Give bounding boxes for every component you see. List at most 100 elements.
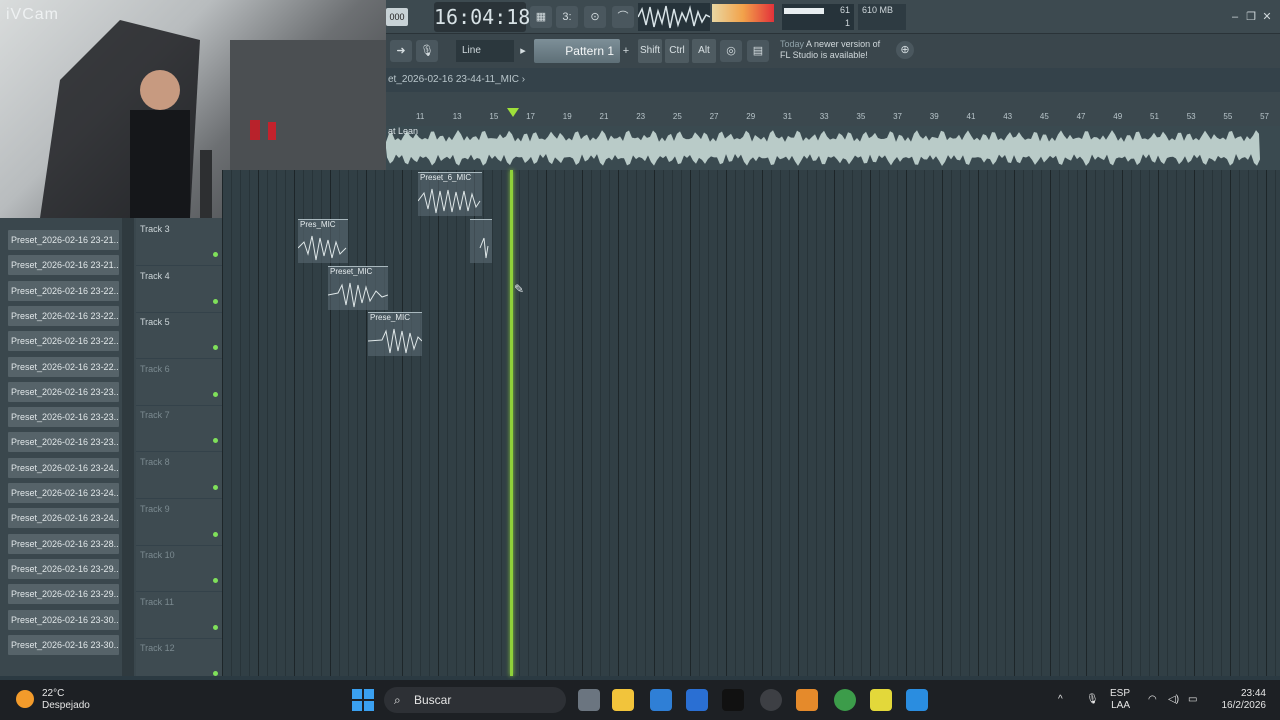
track-header[interactable]: Track 10	[136, 546, 222, 593]
track-mute-led[interactable]	[213, 578, 218, 584]
track-header[interactable]: Track 9	[136, 500, 222, 546]
track-header[interactable]: Track 6	[136, 360, 222, 406]
browser-item[interactable]: Preset_2026-02-16 23-29...	[8, 558, 119, 579]
browser-item[interactable]: Preset_2026-02-16 23-22...	[8, 280, 119, 301]
shift-button[interactable]: Shift	[638, 39, 662, 63]
add-pattern-button[interactable]: +	[620, 40, 632, 62]
taskbar-clock[interactable]: 23:44 16/2/2026	[1210, 688, 1267, 712]
taskbar-search[interactable]: ⌕ Buscar	[384, 687, 566, 713]
browser-item[interactable]: Preset_2026-02-16 23-28...	[8, 533, 119, 554]
weather-sun-icon[interactable]	[16, 690, 34, 708]
memory-meter: 610 MB	[858, 4, 906, 30]
obs-icon[interactable]	[760, 689, 782, 711]
browser-item[interactable]: Preset_2026-02-16 23-23...	[8, 381, 119, 402]
browser-scrollbar[interactable]	[122, 218, 134, 676]
windows-taskbar: 22°C Despejado ⌕ Buscar ^ 🎙 ESP LAA ◠ ◁)…	[0, 680, 1280, 720]
loop-record-icon[interactable]: ⊙	[584, 6, 606, 28]
online-icon[interactable]: ◎	[720, 40, 742, 62]
ruler-tick-label: 33	[819, 112, 829, 121]
track-mute-led[interactable]	[213, 391, 218, 397]
timeline-ruler[interactable]: 11 13 15 17 19 21 23 25 27 29 31 33 35 37 39 41 43 45 47 49…	[386, 92, 1280, 126]
wifi-icon[interactable]: ◠	[1148, 694, 1157, 706]
audio-overview-track[interactable]: at Lean	[386, 126, 1280, 170]
song-time-display[interactable]: 16:04:18	[434, 2, 530, 32]
browser-item[interactable]: Preset_2026-02-16 23-30...	[8, 609, 119, 630]
alt-button[interactable]: Alt	[692, 39, 716, 63]
cpu-polyphony: 1	[844, 18, 850, 28]
fl-studio-icon[interactable]	[796, 689, 818, 711]
edge-icon[interactable]	[686, 689, 708, 711]
browser-item[interactable]: Preset_2026-02-16 23-29...	[8, 584, 119, 605]
restore-icon[interactable]: ❐	[1244, 10, 1258, 24]
audio-clip[interactable]: Pres_MIC	[298, 219, 348, 263]
track-mute-led[interactable]	[213, 345, 218, 351]
audio-clip[interactable]: Preset_6_MIC	[418, 172, 482, 216]
browser-item[interactable]: Preset_2026-02-16 23-24...	[8, 457, 119, 478]
task-view-icon[interactable]	[578, 689, 600, 711]
step-edit-icon[interactable]: 3:	[556, 6, 578, 28]
chevron-up-icon[interactable]: ^	[1058, 694, 1063, 706]
track-mute-led[interactable]	[213, 438, 218, 444]
browser-item[interactable]: Preset_2026-02-16 23-30...	[8, 634, 119, 655]
browser-item[interactable]: Preset_2026-02-16 23-24...	[8, 508, 119, 529]
capcut-icon[interactable]	[722, 689, 744, 711]
ruler-tick-label: 27	[709, 112, 719, 121]
typing-keyboard-icon[interactable]: ▦	[530, 6, 552, 28]
track-header[interactable]: Track 11	[136, 593, 222, 639]
update-icon[interactable]: ⊕	[896, 41, 914, 59]
volume-icon[interactable]: ◁)	[1168, 694, 1179, 706]
ruler-tick-label: 39	[929, 112, 939, 121]
playlist-grid[interactable]	[222, 170, 1280, 676]
shop-icon[interactable]: ▤	[747, 40, 769, 62]
ruler-tick-label: 41	[966, 112, 976, 121]
track-header[interactable]: Track 4	[136, 267, 222, 313]
track-mute-led[interactable]	[213, 252, 218, 257]
browser-item[interactable]: Preset_2026-02-16 23-22...	[8, 305, 119, 326]
track-header[interactable]: Track 7	[136, 406, 222, 453]
track-header[interactable]: Track 5	[136, 313, 222, 360]
browser-item[interactable]: Preset_2026-02-16 23-24...	[8, 483, 119, 503]
news-panel[interactable]: Today A newer version of FL Studio is av…	[780, 39, 890, 61]
metronome-icon[interactable]: ⌒	[612, 6, 634, 28]
track-header[interactable]: Track 8	[136, 453, 222, 499]
browser-item[interactable]: Preset_2026-02-16 23-22...	[8, 331, 119, 352]
play-pattern-icon[interactable]: ▸	[516, 40, 530, 62]
chrome-icon[interactable]	[834, 689, 856, 711]
track-header[interactable]: Track 3	[136, 220, 222, 266]
minimize-icon[interactable]: –	[1228, 10, 1242, 24]
store-icon[interactable]	[650, 689, 672, 711]
tempo-display[interactable]: 000	[386, 8, 408, 26]
file-explorer-icon[interactable]	[612, 689, 634, 711]
screen-recorder-icon[interactable]	[906, 689, 928, 711]
arrow-right-icon[interactable]: ➜	[390, 40, 412, 62]
playhead-marker[interactable]	[507, 108, 519, 117]
browser-item[interactable]: Preset_2026-02-16 23-21...	[8, 230, 119, 250]
microphone-tray-icon[interactable]: 🎙	[1086, 694, 1099, 706]
audio-clip[interactable]	[470, 219, 492, 263]
battery-icon[interactable]: ▭	[1188, 694, 1197, 706]
track-header[interactable]: Track 12	[136, 639, 222, 686]
track-mute-led[interactable]	[213, 485, 218, 490]
track-mute-led[interactable]	[213, 624, 218, 630]
snap-mode-select[interactable]: Line	[456, 40, 514, 62]
norton-icon[interactable]	[870, 689, 892, 711]
browser-item[interactable]: Preset_2026-02-16 23-23...	[8, 407, 119, 428]
language-indicator[interactable]: ESP LAA	[1110, 688, 1130, 712]
close-icon[interactable]: ✕	[1260, 10, 1274, 24]
track-mute-led[interactable]	[213, 298, 218, 304]
clip-waveform	[298, 235, 347, 261]
pattern-selector[interactable]: Pattern 1	[534, 39, 620, 63]
windows-start-icon[interactable]	[352, 689, 374, 711]
microphone-icon[interactable]: 🎙	[416, 40, 438, 62]
browser-item[interactable]: Preset_2026-02-16 23-22...	[8, 356, 119, 377]
audio-clip[interactable]: Prese_MIC	[368, 312, 422, 356]
browser-item[interactable]: Preset_2026-02-16 23-21...	[8, 255, 119, 276]
fl-toolbar: ➜ 🎙 Line ▸ Pattern 1 + Shift Ctrl Alt ◎ …	[386, 34, 1280, 68]
track-mute-led[interactable]	[213, 531, 218, 537]
audio-clip[interactable]: Preset_MIC	[328, 266, 388, 310]
playhead-line[interactable]	[510, 170, 513, 676]
browser-item[interactable]: Preset_2026-02-16 23-23...	[8, 432, 119, 453]
track-mute-led[interactable]	[213, 671, 218, 677]
weather-widget[interactable]: 22°C Despejado	[42, 688, 90, 712]
ctrl-button[interactable]: Ctrl	[665, 39, 689, 63]
